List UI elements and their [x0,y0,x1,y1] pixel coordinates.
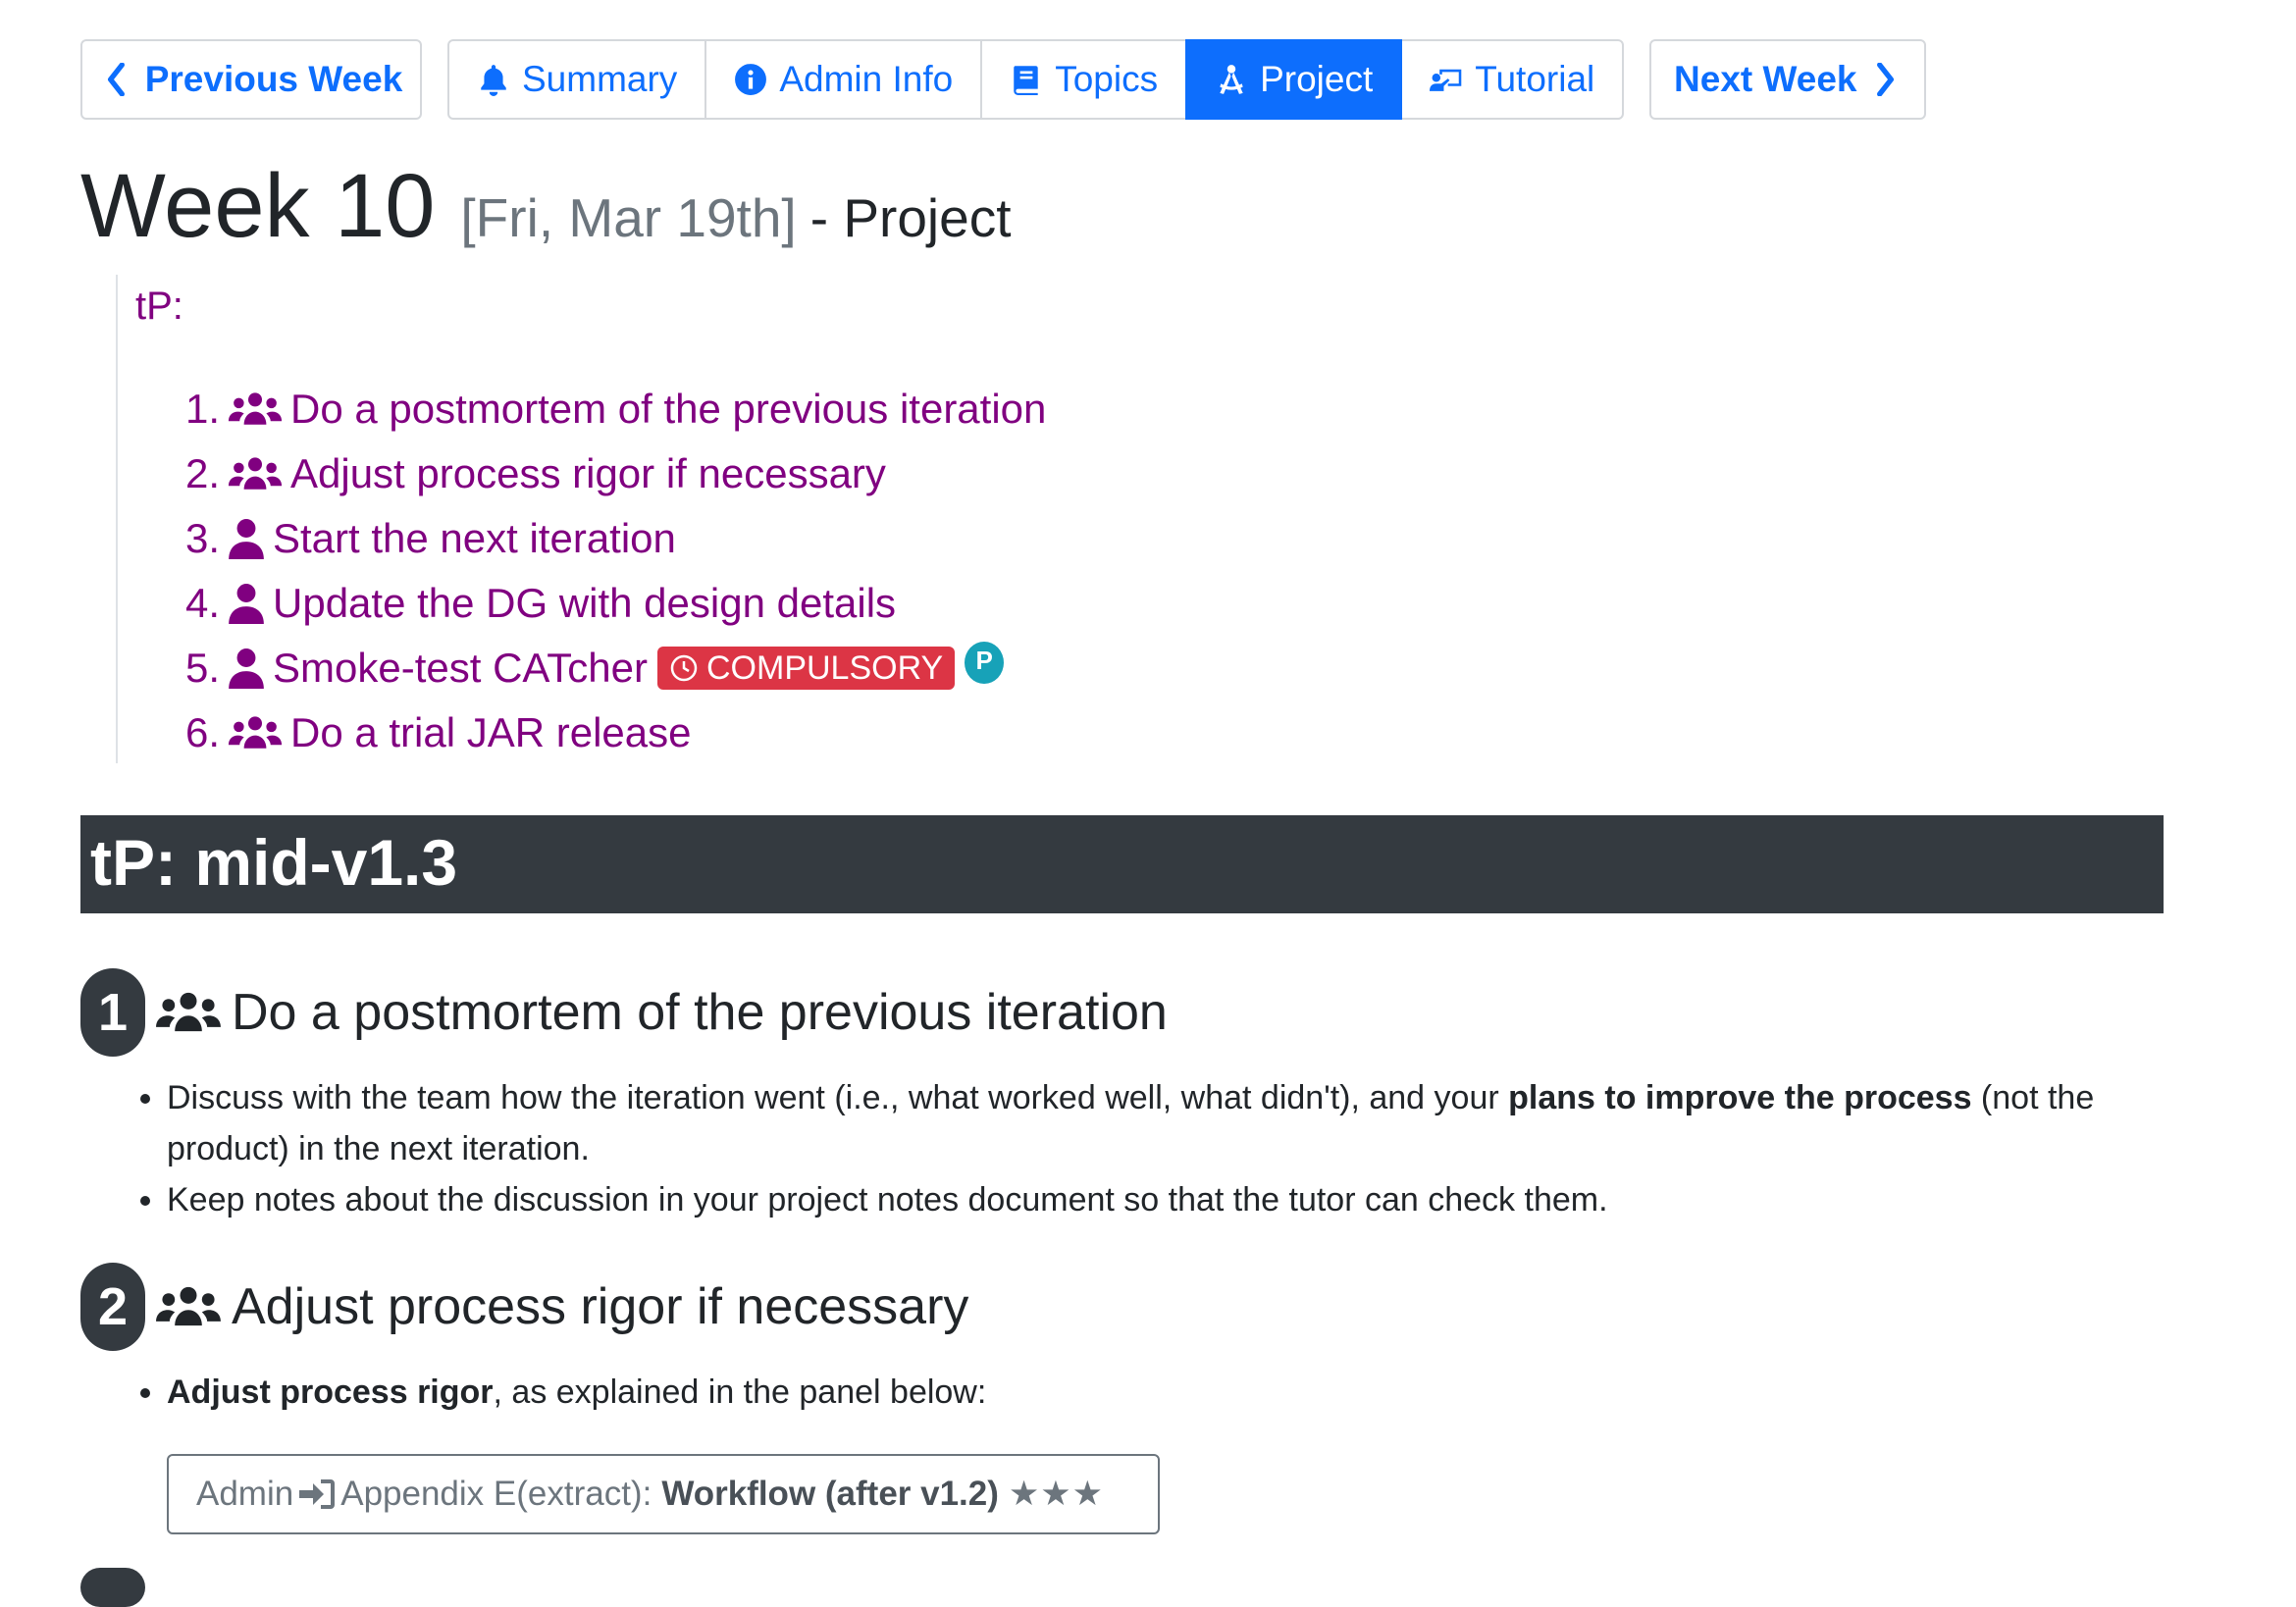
panel-prefix: Admin [196,1475,294,1513]
bullet-text: Keep notes about the discussion in your … [167,1181,1608,1218]
group-icon [228,716,283,749]
book-icon [1014,66,1038,95]
tab-admin-info-label: Admin Info [779,59,954,99]
step-number-badge: 1 [80,968,145,1057]
info-circle-icon [735,64,767,95]
user-icon [229,584,264,624]
panel-link-text: Appendix E(extract): [340,1475,652,1513]
list-item: Discuss with the team how the iteration … [167,1072,2188,1174]
week-navigation: Previous Week Summary Admin Info Topics … [80,39,1927,120]
chevron-right-icon [1877,63,1895,96]
next-week-label: Next Week [1674,59,1857,99]
tab-admin-info[interactable]: Admin Info [704,39,983,120]
tp-summary-box: tP: 1. Do a postmortem of the previous i… [116,275,1099,763]
list-number: 3. [184,515,220,561]
task-link[interactable]: Do a trial JAR release [290,709,692,756]
group-icon [156,1286,221,1326]
tab-tutorial[interactable]: Tutorial [1400,39,1625,120]
list-item[interactable]: 6. Do a trial JAR release [177,700,1046,765]
list-number: 1. [184,386,220,432]
previous-week-button[interactable]: Previous Week [80,39,422,120]
week-date: [Fri, Mar 19th] [460,187,797,248]
list-item: Keep notes about the discussion in your … [167,1174,2188,1225]
step-heading: 2 Adjust process rigor if necessary [80,1263,968,1351]
group-icon [228,457,283,490]
tab-topics[interactable]: Topics [980,39,1188,120]
panel-bold-title: Workflow (after v1.2) [661,1475,999,1513]
bullet-bold-text: plans to improve the process [1508,1079,1972,1116]
list-item[interactable]: 2. Adjust process rigor if necessary [177,441,1046,506]
tp-task-list: 1. Do a postmortem of the previous itera… [177,377,1046,765]
group-icon [228,392,283,425]
step-heading: 1 Do a postmortem of the previous iterat… [80,968,1168,1057]
task-link[interactable]: Start the next iteration [273,515,676,562]
next-week-button[interactable]: Next Week [1649,39,1927,120]
tab-summary[interactable]: Summary [447,39,707,120]
list-number: 5. [184,645,220,691]
tab-tutorial-label: Tutorial [1475,59,1595,99]
compulsory-badge: COMPULSORY [657,647,956,690]
tab-project[interactable]: Project [1185,39,1403,120]
list-item[interactable]: 4. Update the DG with design details [177,571,1046,636]
section-header-bar: tP: mid-v1.3 [80,815,2164,913]
bullet-bold-text: Adjust process rigor [167,1374,494,1411]
list-item[interactable]: 1. Do a postmortem of the previous itera… [177,377,1046,441]
step-1-bullets: Discuss with the team how the iteration … [124,1072,2188,1225]
chevron-left-icon [107,63,125,96]
step-number-badge: 2 [80,1263,145,1351]
clock-icon [670,654,698,682]
bullet-text: , as explained in the panel below: [493,1374,987,1411]
task-link[interactable]: Update the DG with design details [273,580,896,627]
user-icon [229,519,264,559]
chalkboard-teacher-icon [1430,69,1462,91]
task-link[interactable]: Smoke-test CATcher [273,645,648,692]
section-title: tP: mid-v1.3 [90,826,458,899]
list-number: 6. [184,709,220,755]
drafting-compass-icon [1220,65,1243,94]
sign-in-icon [299,1479,336,1509]
list-number: 4. [184,580,220,626]
week-number: Week 10 [80,156,436,256]
page-title: Week 10 [Fri, Mar 19th] - Project [80,155,1012,258]
step-2-bullets: Adjust process rigor, as explained in th… [124,1367,2188,1418]
tab-topics-label: Topics [1055,59,1159,99]
list-item: Adjust process rigor, as explained in th… [167,1367,2188,1418]
star-rating: ★★★ [1008,1475,1105,1513]
task-link[interactable]: Adjust process rigor if necessary [290,450,886,497]
step-title: Adjust process rigor if necessary [232,1278,969,1335]
user-icon [229,648,264,689]
tp-label: tP: [135,285,183,328]
task-link[interactable]: Do a postmortem of the previous iteratio… [290,386,1046,433]
week-subtitle: - Project [809,187,1012,248]
workflow-panel-link[interactable]: Admin Appendix E(extract): Workflow (aft… [167,1454,1160,1534]
tab-summary-label: Summary [522,59,678,99]
compulsory-label: COMPULSORY [706,648,944,687]
list-item[interactable]: 3. Start the next iteration [177,506,1046,571]
tab-project-label: Project [1260,59,1374,99]
group-icon [156,992,221,1032]
list-number: 2. [184,450,220,496]
bullet-text: Discuss with the team how the iteration … [167,1079,1509,1116]
step-number-badge [80,1568,145,1607]
section-tabs: Summary Admin Info Topics Project Tutori… [447,39,1625,120]
list-item[interactable]: 5. Smoke-test CATcher COMPULSORY P [177,636,1046,700]
participation-badge[interactable]: P [965,641,1005,684]
bell-icon [481,65,506,96]
previous-week-label: Previous Week [144,59,403,99]
step-title: Do a postmortem of the previous iteratio… [232,984,1168,1041]
